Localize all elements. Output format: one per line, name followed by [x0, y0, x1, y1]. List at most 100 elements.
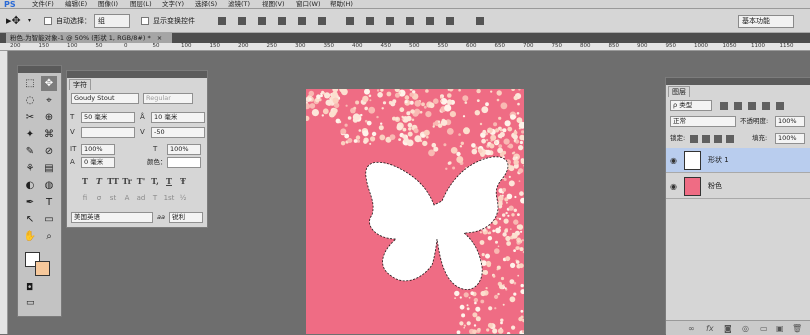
lock-transparency-icon[interactable] [690, 135, 698, 143]
brush-tool-icon[interactable]: ⌘ [41, 127, 57, 142]
superscript-button[interactable]: T' [135, 176, 147, 187]
small-caps-button[interactable]: Tr [121, 176, 133, 187]
layers-panel-header[interactable] [666, 78, 810, 85]
screen-mode-icon[interactable]: ▭ [26, 298, 35, 308]
new-group-icon[interactable]: ▭ [760, 324, 768, 333]
move-tool-icon[interactable]: ✥ [41, 76, 57, 91]
show-transform-checkbox[interactable] [141, 17, 149, 25]
character-panel-header[interactable] [67, 71, 207, 78]
ordinals-button[interactable]: 1st [163, 193, 175, 204]
menu-view[interactable]: 视图(V) [262, 0, 285, 8]
tab-layers[interactable]: 图层 [668, 86, 690, 97]
move-tool-icon[interactable]: ▸✥ [6, 14, 21, 28]
path-selection-tool-icon[interactable]: ↖ [22, 212, 38, 227]
opacity-input[interactable]: 100% [775, 116, 805, 127]
menu-image[interactable]: 图像(I) [98, 0, 118, 8]
tracking-input[interactable]: -50 [151, 127, 205, 138]
stylistic-alt-button[interactable]: ad [135, 193, 147, 204]
antialias-dropdown[interactable]: 锐利 [169, 212, 203, 223]
layer-name[interactable]: 粉色 [708, 181, 722, 192]
distribute-right-icon[interactable] [446, 17, 454, 25]
font-style-dropdown[interactable]: Regular [143, 93, 193, 104]
eye-icon[interactable]: ◉ [670, 182, 679, 191]
auto-align-icon[interactable] [476, 17, 484, 25]
document-canvas[interactable] [306, 89, 524, 334]
kerning-input[interactable] [81, 127, 135, 138]
align-hcenter-icon[interactable] [298, 17, 306, 25]
blur-tool-icon[interactable]: ◐ [22, 178, 38, 193]
crop-tool-icon[interactable]: ✂ [22, 110, 38, 125]
menu-edit[interactable]: 编辑(E) [65, 0, 87, 8]
filter-smart-object-icon[interactable] [776, 102, 784, 110]
faux-italic-button[interactable]: T [93, 176, 105, 187]
lasso-tool-icon[interactable]: ◌ [22, 93, 38, 108]
marquee-tool-icon[interactable]: ⬚ [22, 76, 38, 91]
fill-input[interactable]: 100% [775, 133, 805, 144]
language-dropdown[interactable]: 美国英语 [71, 212, 153, 223]
filter-pixel-icon[interactable] [720, 102, 728, 110]
faux-bold-button[interactable]: T [79, 176, 91, 187]
layer-row-shape-1[interactable]: ◉ 形状 1 [666, 148, 810, 173]
lock-pixels-icon[interactable] [702, 135, 710, 143]
menu-layer[interactable]: 图层(L) [130, 0, 152, 8]
filter-shape-icon[interactable] [762, 102, 770, 110]
ligature-button[interactable]: fi [79, 193, 91, 204]
eye-icon[interactable]: ◉ [670, 156, 679, 165]
eraser-tool-icon[interactable]: ⚘ [22, 161, 38, 176]
hand-tool-icon[interactable]: ✋ [22, 229, 38, 244]
filter-adjustment-icon[interactable] [734, 102, 742, 110]
text-color-swatch[interactable] [167, 157, 201, 168]
auto-select-dropdown[interactable]: 组 [94, 14, 130, 28]
layer-filter-dropdown[interactable]: ρ 类型 [670, 100, 712, 111]
trash-icon[interactable]: 🗑 [792, 324, 802, 333]
healing-brush-tool-icon[interactable]: ✦ [22, 127, 38, 142]
distribute-hcenter-icon[interactable] [426, 17, 434, 25]
menu-help[interactable]: 帮助(H) [330, 0, 353, 8]
lock-all-icon[interactable] [726, 135, 734, 143]
contextual-alt-button[interactable]: σ [93, 193, 105, 204]
clone-stamp-tool-icon[interactable]: ✎ [22, 144, 38, 159]
fractions-button[interactable]: ½ [177, 193, 189, 204]
shape-tool-icon[interactable]: ▭ [41, 212, 57, 227]
swash-button[interactable]: A [121, 193, 133, 204]
all-caps-button[interactable]: TT [107, 176, 119, 187]
underline-button[interactable]: T [163, 176, 175, 187]
vertical-scale-input[interactable]: 100% [81, 144, 115, 155]
zoom-tool-icon[interactable]: ⌕ [41, 229, 57, 244]
font-size-input[interactable]: 50 毫米 [81, 112, 135, 123]
align-left-icon[interactable] [278, 17, 286, 25]
pen-tool-icon[interactable]: ✒ [22, 195, 38, 210]
type-tool-icon[interactable]: T [41, 195, 57, 210]
align-top-icon[interactable] [218, 17, 226, 25]
strikethrough-button[interactable]: Ŧ [177, 176, 189, 187]
layer-name[interactable]: 形状 1 [708, 155, 729, 166]
link-layers-icon[interactable]: ∞ [688, 324, 695, 333]
fx-icon[interactable]: fx [706, 324, 714, 333]
menu-type[interactable]: 文字(Y) [162, 0, 184, 8]
blend-mode-dropdown[interactable]: 正常 [670, 116, 736, 127]
dodge-tool-icon[interactable]: ◍ [41, 178, 57, 193]
quick-mask-icon[interactable]: ◘ [26, 283, 33, 293]
subscript-button[interactable]: T, [149, 176, 161, 187]
new-layer-icon[interactable]: ▣ [776, 324, 784, 333]
workspace-dropdown[interactable]: 基本功能 [738, 15, 794, 28]
align-bottom-icon[interactable] [258, 17, 266, 25]
filter-type-icon[interactable] [748, 102, 756, 110]
quick-selection-tool-icon[interactable]: ⌖ [41, 93, 57, 108]
document-tab[interactable]: 粉色.为智能对象-1 @ 50% (形状 1, RGB/8#) * × [6, 33, 172, 43]
background-color-swatch[interactable] [35, 261, 50, 276]
distribute-left-icon[interactable] [406, 17, 414, 25]
tools-panel-header[interactable] [18, 66, 61, 73]
tab-character[interactable]: 字符 [69, 79, 91, 90]
distribute-bottom-icon[interactable] [386, 17, 394, 25]
menu-select[interactable]: 选择(S) [195, 0, 217, 8]
adjustment-layer-icon[interactable]: ◎ [742, 324, 749, 333]
layer-row-pink[interactable]: ◉ 粉色 [666, 174, 810, 199]
menu-file[interactable]: 文件(F) [32, 0, 54, 8]
auto-select-checkbox[interactable] [44, 17, 52, 25]
history-brush-tool-icon[interactable]: ⊘ [41, 144, 57, 159]
align-vcenter-icon[interactable] [238, 17, 246, 25]
discretionary-ligature-button[interactable]: st [107, 193, 119, 204]
eyedropper-tool-icon[interactable]: ⊕ [41, 110, 57, 125]
horizontal-scale-input[interactable]: 100% [167, 144, 201, 155]
